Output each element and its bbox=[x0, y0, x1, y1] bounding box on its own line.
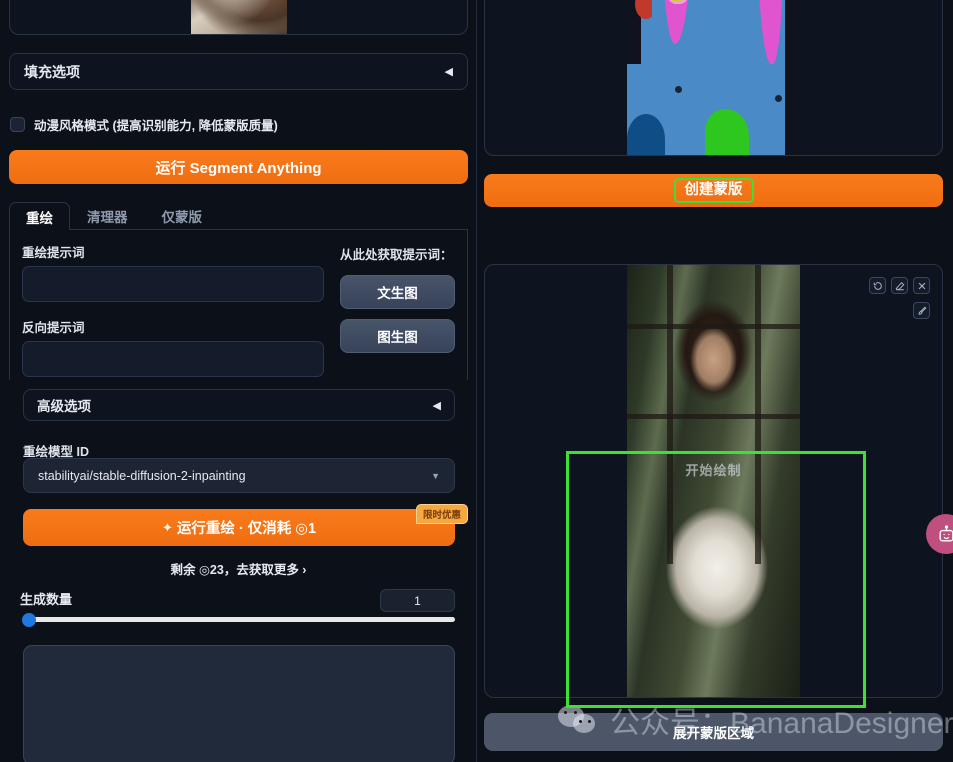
brush-icon[interactable] bbox=[913, 302, 930, 319]
run-inpaint-label: 运行重绘 · 仅消耗 ◎1 bbox=[176, 521, 317, 537]
img2img-button[interactable]: 图生图 bbox=[340, 319, 455, 353]
promo-badge: 限时优惠 bbox=[415, 504, 468, 524]
left-settings-panel: 填充选项 ◀ 动漫风格模式 (提高识别能力, 降低蒙版质量) 运行 Segmen… bbox=[0, 0, 477, 762]
window-frame-line bbox=[627, 324, 800, 329]
reset-icon[interactable] bbox=[869, 277, 886, 294]
reference-image-card bbox=[9, 0, 468, 35]
run-segment-anything-button[interactable]: 运行 Segment Anything bbox=[9, 150, 468, 184]
run-inpaint-button[interactable]: ✦ 运行重绘 · 仅消耗 ◎1 bbox=[23, 509, 455, 546]
model-id-value: stabilityai/stable-diffusion-2-inpaintin… bbox=[38, 468, 246, 483]
eraser-icon[interactable] bbox=[891, 277, 908, 294]
tab-inpaint[interactable]: 重绘 bbox=[9, 202, 70, 230]
generate-count-value[interactable]: 1 bbox=[380, 589, 455, 612]
prompt-fields: 重绘提示词 反向提示词 bbox=[22, 242, 324, 380]
anime-mode-checkbox[interactable] bbox=[10, 117, 25, 132]
anime-mode-label: 动漫风格模式 (提高识别能力, 降低蒙版质量) bbox=[34, 119, 278, 133]
credits-link[interactable]: 剩余 ◎23，去获取更多 › bbox=[0, 559, 476, 578]
output-gallery-area bbox=[23, 645, 455, 762]
mode-tabs: 重绘 清理器 仅蒙版 bbox=[9, 202, 468, 230]
canvas-tool-buttons bbox=[869, 277, 930, 294]
tab-cleaner[interactable]: 清理器 bbox=[70, 202, 145, 229]
chevron-left-icon: ◀ bbox=[432, 399, 441, 412]
credits-text: 剩余 ◎23，去获取更多 › bbox=[170, 563, 307, 577]
generate-count-slider[interactable] bbox=[23, 617, 455, 622]
advanced-options-collapse[interactable]: 高级选项 ◀ bbox=[23, 389, 455, 421]
expand-mask-area-button[interactable]: 展开蒙版区域 bbox=[484, 713, 943, 751]
reference-image-thumbnail bbox=[190, 0, 287, 34]
app-root: 填充选项 ◀ 动漫风格模式 (提高识别能力, 降低蒙版质量) 运行 Segmen… bbox=[0, 0, 953, 762]
prompt-form: 重绘提示词 反向提示词 从此处获取提示词： 文生图 图生图 bbox=[9, 230, 468, 380]
mask-canvas-card[interactable]: 开始绘制 bbox=[484, 264, 943, 698]
negative-prompt-input[interactable] bbox=[22, 341, 324, 377]
chevron-left-icon: ◀ bbox=[444, 66, 453, 78]
tab-cleaner-label: 清理器 bbox=[87, 210, 128, 225]
tab-inpaint-label: 重绘 bbox=[26, 210, 53, 226]
txt2img-button[interactable]: 文生图 bbox=[340, 275, 455, 309]
model-id-select[interactable]: stabilityai/stable-diffusion-2-inpaintin… bbox=[23, 458, 455, 493]
segmentation-mask-preview bbox=[627, 0, 800, 155]
tab-mask-only-label: 仅蒙版 bbox=[161, 210, 203, 225]
fill-options-collapse[interactable]: 填充选项 ◀ bbox=[9, 53, 468, 90]
close-icon[interactable] bbox=[913, 277, 930, 294]
segmentation-preview-card bbox=[484, 0, 943, 156]
prompt-source-group: 从此处获取提示词： 文生图 图生图 bbox=[340, 242, 455, 380]
create-mask-button[interactable]: 创建蒙版 bbox=[484, 174, 943, 207]
sparkle-icon: ✦ bbox=[161, 519, 173, 535]
negative-prompt-label: 反向提示词 bbox=[22, 321, 85, 335]
window-frame-line bbox=[627, 414, 800, 419]
source-photo: 开始绘制 bbox=[627, 265, 800, 697]
run-segment-anything-label: 运行 Segment Anything bbox=[155, 159, 322, 177]
txt2img-label: 文生图 bbox=[377, 286, 418, 301]
fill-options-label: 填充选项 bbox=[24, 63, 80, 80]
advanced-options-label: 高级选项 bbox=[37, 399, 91, 414]
img2img-label: 图生图 bbox=[377, 330, 418, 345]
generate-count-label: 生成数量 bbox=[20, 592, 73, 607]
expand-mask-area-label: 展开蒙版区域 bbox=[673, 726, 754, 741]
positive-prompt-input[interactable] bbox=[22, 266, 324, 302]
create-mask-label: 创建蒙版 bbox=[673, 178, 754, 203]
anime-mode-checkbox-row[interactable]: 动漫风格模式 (提高识别能力, 降低蒙版质量) bbox=[10, 115, 278, 134]
canvas-draw-hint: 开始绘制 bbox=[685, 463, 742, 478]
right-mask-panel: 创建蒙版 反转蒙版 忽略黑色区域 开始绘制 bbox=[477, 0, 953, 762]
generate-count-slider-handle[interactable] bbox=[22, 613, 36, 627]
prompt-source-title: 从此处获取提示词： bbox=[340, 248, 453, 262]
tab-mask-only[interactable]: 仅蒙版 bbox=[145, 202, 220, 229]
positive-prompt-label: 重绘提示词 bbox=[22, 246, 85, 260]
chevron-down-icon: ▼ bbox=[431, 470, 440, 481]
